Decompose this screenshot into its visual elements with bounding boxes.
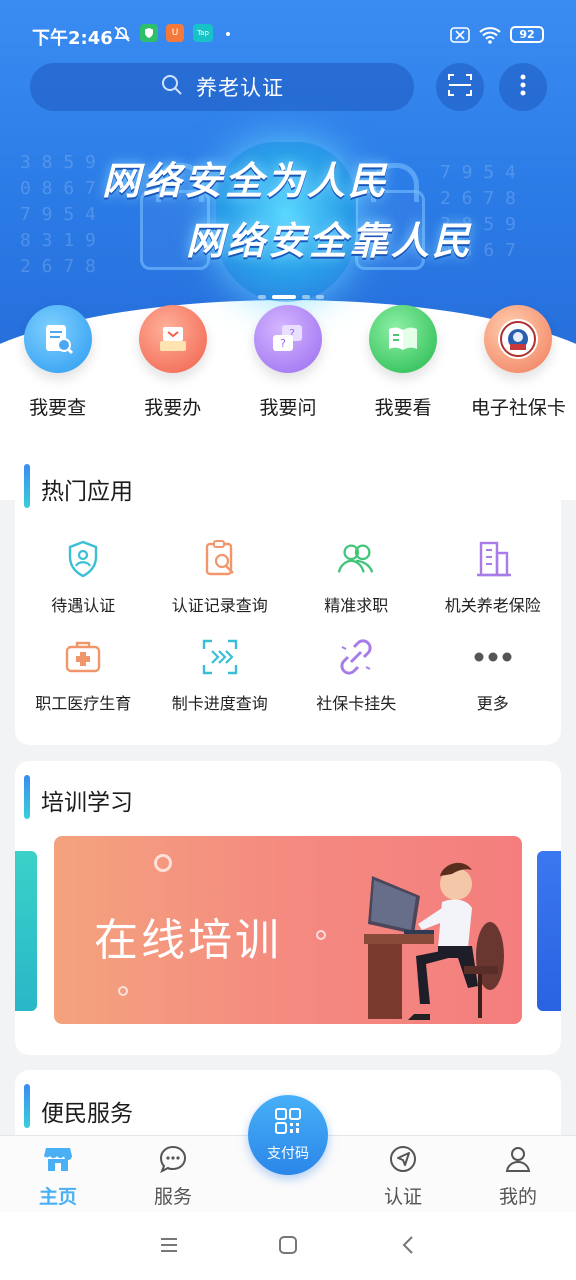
payment-code-label: 支付码 [267,1146,309,1162]
vertical-dots-icon [519,73,527,101]
status-bar: 下午2:46 U Tap 92 [0,0,576,70]
app-label: 机关养老保险 [444,596,541,615]
app-card-report-loss[interactable]: 社保卡挂失 [288,636,425,714]
app-label: 制卡进度查询 [171,694,268,713]
quick-action-label: 我要查 [29,397,87,419]
app-root: 下午2:46 U Tap 92 养老认证 3 8 5 9 0 8 6 7 7 9… [0,0,576,1280]
search-icon [160,73,184,101]
wifi-icon [478,25,502,49]
scan-button[interactable] [436,63,484,111]
user-icon [503,1144,533,1178]
svg-text:?: ? [280,337,286,350]
quick-action-label: 电子社保卡 [470,397,566,419]
search-input[interactable]: 养老认证 [30,63,414,111]
app-label: 待遇认证 [51,596,116,615]
inbox-tray-icon [138,305,207,373]
open-book-icon [369,305,438,373]
section-title: 培训学习 [41,790,133,816]
person-at-computer-illustration [344,846,514,1024]
search-placeholder: 养老认证 [196,76,284,100]
question-chat-icon: ?? [253,305,322,373]
app-benefit-verify[interactable]: 待遇认证 [15,538,152,616]
back-icon[interactable] [398,1234,420,1260]
scan-icon [447,72,473,102]
app-more[interactable]: 更多 [425,636,562,714]
nav-label: 服务 [153,1186,192,1208]
shield-user-icon [62,538,104,580]
quick-action-label: 我要办 [144,397,202,419]
quick-action-label: 我要看 [374,397,432,419]
building-icon [472,538,514,580]
app-label: 认证记录查询 [171,596,268,615]
more-dots-icon [472,636,514,678]
quick-action-handle[interactable]: 我要办 [115,305,230,425]
nav-home[interactable]: 主页 [18,1144,98,1209]
nav-services[interactable]: 服务 [133,1144,213,1209]
taptap-app-icon: Tap [193,24,213,42]
app-government-pension[interactable]: 机关养老保险 [425,538,562,616]
nav-profile[interactable]: 我的 [478,1144,558,1209]
section-title: 热门应用 [41,479,133,505]
quick-action-view[interactable]: 我要看 [346,305,461,425]
payment-code-button[interactable]: 支付码 [248,1095,328,1175]
home-button-icon[interactable] [277,1234,299,1260]
search-doc-icon [23,305,92,373]
carousel-prev-card[interactable] [15,851,37,1011]
chat-bubble-icon [158,1144,188,1178]
taobao-app-icon: U [166,24,184,42]
section-accent-bar [24,775,30,819]
quick-action-ask[interactable]: ?? 我要问 [230,305,345,425]
shield-app-icon [140,24,158,42]
recent-apps-icon[interactable] [158,1234,180,1260]
app-medical-maternity[interactable]: 职工医疗生育 [15,636,152,714]
quick-action-label: 我要问 [259,397,317,419]
nav-label: 认证 [383,1186,422,1208]
online-training-banner[interactable]: 在线培训 [54,836,522,1024]
banner-digit-pattern: 3 8 5 90 8 6 77 9 5 48 3 1 92 6 7 8 [20,152,96,277]
cyber-security-banner[interactable]: 3 8 5 90 8 6 77 9 5 48 3 1 92 6 7 8 7 9 … [0,130,576,310]
more-menu-button[interactable] [499,63,547,111]
record-search-icon [199,538,241,580]
app-verify-records[interactable]: 认证记录查询 [152,538,289,616]
quick-actions: 我要查 我要办 ?? 我要问 我要看 电子社保卡 [0,305,576,425]
medical-kit-icon [62,636,104,678]
banner-slogan-1: 网络安全为人民 [102,159,390,203]
social-security-seal-icon [484,305,553,373]
qr-code-icon [274,1107,302,1139]
training-card: 培训学习 在线培训 [15,761,561,1055]
quick-action-social-card[interactable]: 电子社保卡 [461,305,576,425]
app-label: 更多 [476,694,509,713]
nav-label: 主页 [38,1186,77,1208]
hot-apps-card: 热门应用 待遇认证 认证记录查询 精准求职 机关养老保险 职工医疗生育 制卡进度… [15,448,561,745]
quick-action-search[interactable]: 我要查 [0,305,115,425]
battery-indicator: 92 [510,26,544,43]
system-navigation-bar [0,1212,576,1280]
app-label: 职工医疗生育 [35,694,132,713]
hot-apps-grid: 待遇认证 认证记录查询 精准求职 机关养老保险 职工医疗生育 制卡进度查询 社保… [15,538,561,714]
app-card-progress[interactable]: 制卡进度查询 [152,636,289,714]
section-accent-bar [24,464,30,508]
broken-link-icon [335,636,377,678]
users-icon [335,538,377,580]
section-title: 便民服务 [41,1101,133,1127]
app-job-search[interactable]: 精准求职 [288,538,425,616]
navigation-icon [388,1144,418,1178]
status-dot [226,32,230,36]
carousel-next-card[interactable] [537,851,561,1011]
banner-pager [258,295,324,299]
app-label: 精准求职 [324,596,389,615]
store-icon [43,1144,73,1178]
app-label: 社保卡挂失 [316,694,397,713]
banner-slogan-2: 网络安全靠人民 [186,219,474,263]
training-banner-text: 在线培训 [94,915,282,966]
section-accent-bar [24,1084,30,1128]
mute-alarm-icon [112,24,132,48]
progress-arrows-icon [199,636,241,678]
sim-off-icon [450,27,470,47]
nav-verify[interactable]: 认证 [363,1144,443,1209]
status-time: 下午2:46 [32,28,113,49]
nav-label: 我的 [498,1186,537,1208]
